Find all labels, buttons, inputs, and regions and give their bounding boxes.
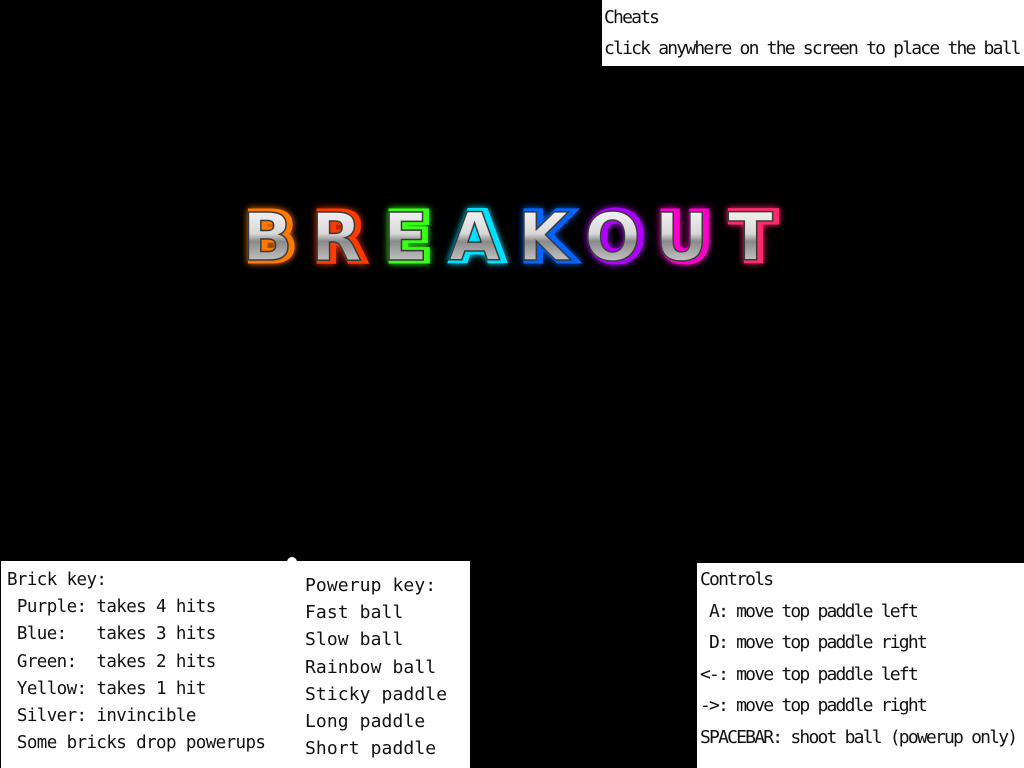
controls-line: SPACEBAR: shoot ball (powerup only)	[700, 726, 1018, 748]
brick-key-line: Some bricks drop powerups	[7, 733, 266, 754]
logo-letter: R	[311, 199, 368, 276]
logo-letter: U	[655, 199, 715, 276]
powerup-key-line: Rainbow ball	[305, 656, 437, 678]
controls-line: ->: move top paddle right	[700, 695, 928, 717]
powerup-key-line: Long paddle	[305, 711, 426, 733]
powerup-key-line: Sticky paddle	[305, 683, 448, 705]
brick-key-panel: Brick key: Purple: takes 4 hits Blue: ta…	[1, 561, 298, 768]
controls-panel: Controls A: move top paddle left D: move…	[697, 563, 1024, 768]
logo-title: BREAKOUT	[242, 199, 779, 276]
powerup-key-line: Fast ball	[305, 602, 404, 624]
breakout-logo: BREAKOUT BREAKOUT	[222, 196, 802, 280]
brick-key-line: Purple: takes 4 hits	[7, 597, 216, 618]
brick-key-line: Green: takes 2 hits	[7, 651, 216, 672]
cheats-panel: Cheats click anywhere on the screen to p…	[602, 0, 1024, 66]
brick-key-heading: Brick key:	[7, 570, 107, 590]
powerup-key-line: Short paddle	[305, 738, 437, 760]
logo-letter: B	[242, 199, 298, 276]
logo-letter: O	[584, 199, 646, 276]
game-screen[interactable]: Cheats click anywhere on the screen to p…	[0, 0, 1024, 768]
powerup-key-heading: Powerup key:	[305, 575, 437, 596]
brick-key-line: Blue: takes 3 hits	[7, 624, 216, 645]
brick-key-line: Yellow: takes 1 hit	[7, 678, 206, 699]
logo-letter: E	[383, 199, 434, 276]
cheats-heading: Cheats	[604, 7, 660, 28]
powerup-key-panel: Powerup key: Fast ball Slow ball Rainbow…	[298, 561, 470, 768]
controls-line: D: move top paddle right	[700, 632, 928, 654]
brick-key-line: Silver: invincible	[7, 706, 196, 727]
logo-letter: A	[449, 199, 506, 276]
logo-letter: T	[728, 199, 779, 276]
logo-letter: K	[518, 199, 575, 276]
controls-heading: Controls	[700, 569, 774, 590]
powerup-key-line: Slow ball	[305, 629, 404, 651]
controls-line: A: move top paddle left	[700, 600, 919, 622]
controls-line: <-: move top paddle left	[700, 663, 919, 685]
cheats-line: click anywhere on the screen to place th…	[604, 38, 1022, 59]
